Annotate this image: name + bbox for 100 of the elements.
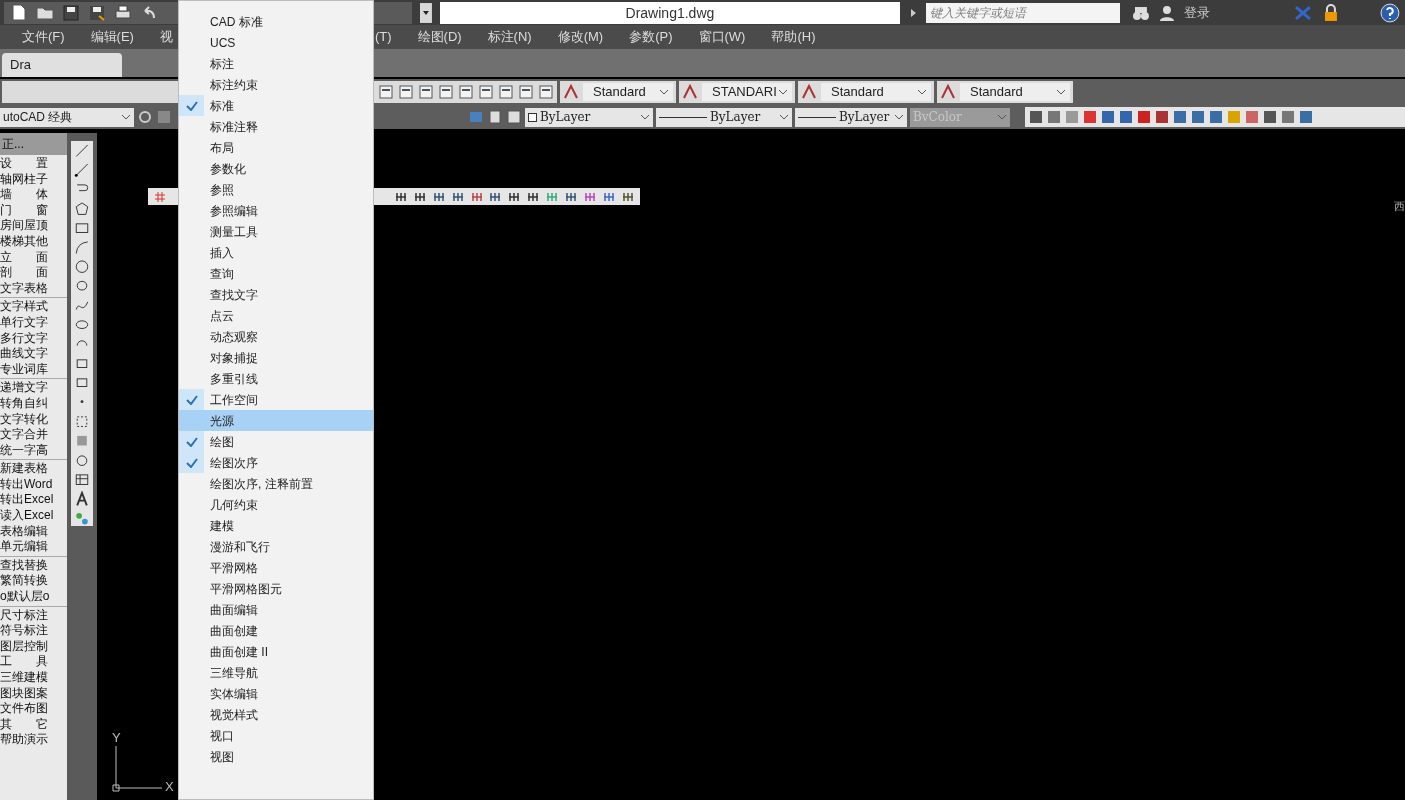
toolbar-icon[interactable]	[603, 190, 615, 203]
toolbar-icon[interactable]	[621, 190, 634, 203]
text-tool-icon[interactable]	[74, 491, 90, 507]
menu-item[interactable]: 动态观察	[179, 326, 373, 347]
menu-item[interactable]: (T)	[374, 27, 392, 47]
file-icon[interactable]	[10, 3, 28, 22]
panel-menu-item[interactable]: 文字样式	[0, 299, 67, 315]
toolbar-icon[interactable]	[508, 190, 521, 203]
menu-item[interactable]: 查找文字	[179, 284, 373, 305]
panel-menu-item[interactable]: 图层控制	[0, 638, 67, 655]
menu-item[interactable]: 平滑网格图元	[179, 578, 373, 599]
panel-menu-item[interactable]: 墙 体	[0, 187, 67, 203]
toolbar-icon[interactable]	[451, 190, 464, 203]
menu-item[interactable]: 查询	[179, 263, 373, 284]
toolbar-icon[interactable]	[399, 85, 413, 99]
panel-menu-item[interactable]: 文字转化	[0, 411, 67, 428]
menu-item[interactable]: 曲面编辑	[179, 599, 373, 620]
toolbar-icon[interactable]	[459, 85, 473, 99]
toolbar-icon[interactable]	[1173, 110, 1187, 124]
panel-menu-item[interactable]: 文件布图	[0, 701, 67, 717]
panel-menu-item[interactable]: 门 窗	[0, 202, 67, 219]
panel-menu-item[interactable]: 设 置	[0, 156, 67, 172]
chevron-down-icon[interactable]	[894, 112, 904, 122]
menu-item[interactable]: 测量工具	[179, 221, 373, 242]
toolbar-icon[interactable]	[419, 85, 433, 99]
color-dropdown[interactable]: ByLayer	[525, 107, 653, 127]
toolbar-icon[interactable]	[1083, 110, 1097, 124]
toolbar-icon[interactable]	[1101, 110, 1115, 124]
menu-item[interactable]: 标注(N)	[487, 27, 532, 47]
lineweight-dropdown[interactable]: ByLayer	[795, 107, 907, 127]
toolbar-icon[interactable]	[1209, 110, 1223, 124]
panel-menu-item[interactable]: 房间屋顶	[0, 218, 67, 234]
search-field[interactable]: 键入关键字或短语	[926, 2, 1121, 23]
panel-menu-item[interactable]: 转出Excel	[0, 492, 67, 509]
panel-menu-item[interactable]: 尺寸标注	[0, 607, 67, 624]
panel-menu-item[interactable]: 多行文字	[0, 330, 67, 347]
user-icon[interactable]	[1157, 3, 1176, 22]
panel-menu-item[interactable]: 立 面	[0, 249, 67, 266]
menu-item[interactable]: 建模	[179, 515, 373, 536]
menu-item[interactable]: 绘图	[179, 431, 373, 452]
panel-menu-item[interactable]: 新建表格	[0, 461, 67, 477]
panel-menu-item[interactable]: 工 具	[0, 654, 67, 670]
toolbar-icon[interactable]	[1137, 110, 1151, 124]
panel-menu-item[interactable]: 曲线文字	[0, 346, 67, 362]
menu-item[interactable]: 多重引线	[179, 368, 373, 389]
draw-tool-icon[interactable]	[74, 239, 90, 256]
draw-tool-icon[interactable]	[74, 259, 90, 275]
panel-menu-item[interactable]: 单行文字	[0, 314, 67, 331]
save-icon[interactable]	[62, 3, 80, 22]
panel-menu-item[interactable]: 读入Excel	[0, 508, 67, 524]
layer-icon[interactable]	[506, 109, 522, 125]
toolbar-icon[interactable]	[527, 190, 540, 203]
linetype-dropdown[interactable]: ByLayer	[656, 107, 792, 127]
menu-item[interactable]: 标准	[179, 95, 373, 116]
menu-item[interactable]: 参照	[179, 179, 373, 200]
menu-item[interactable]: 光源	[179, 410, 373, 431]
chevron-down-icon[interactable]	[779, 112, 789, 122]
menu-item[interactable]: CAD 标准	[179, 11, 373, 32]
panel-menu-item[interactable]: 单元编辑	[0, 539, 67, 555]
panel-menu-item[interactable]: 文字表格	[0, 280, 67, 297]
toolbar-icon[interactable]	[379, 85, 393, 99]
printer-icon[interactable]	[114, 3, 132, 22]
view-cube-label[interactable]: 西	[1394, 198, 1405, 215]
sign-in-link[interactable]: 登录	[1183, 2, 1274, 23]
menu-item[interactable]: 文件(F)	[22, 27, 65, 47]
ucs-axes-icon[interactable]	[111, 744, 163, 794]
menu-item[interactable]: 标注	[179, 53, 373, 74]
menu-item[interactable]: 几何约束	[179, 494, 373, 515]
chevron-down-icon[interactable]	[121, 112, 131, 122]
toolbar-icon[interactable]	[413, 190, 426, 203]
menu-item[interactable]: 工作空间	[179, 389, 373, 410]
menu-item[interactable]: 绘图次序, 注释前置	[179, 473, 373, 494]
toolbar-icon[interactable]	[470, 190, 483, 203]
menu-item[interactable]: 窗口(W)	[698, 27, 746, 47]
style-dropdown[interactable]: Standard	[583, 83, 673, 101]
menu-item[interactable]: 绘图次序	[179, 452, 373, 473]
draw-tool-icon[interactable]	[74, 220, 90, 236]
panel-menu-item[interactable]: o默认层o	[0, 589, 67, 605]
menu-item[interactable]: 参数化	[179, 158, 373, 179]
panel-menu-item[interactable]: 专业词库	[0, 361, 67, 378]
menu-item[interactable]: 视觉样式	[179, 704, 373, 725]
grid-icon[interactable]	[154, 190, 166, 203]
toolbar-icon[interactable]	[499, 85, 513, 99]
menu-item[interactable]: 点云	[179, 305, 373, 326]
panel-menu-item[interactable]: 帮助演示	[0, 732, 67, 748]
panel-menu-item[interactable]: 查找替换	[0, 557, 67, 574]
file-tab[interactable]: Dra	[2, 53, 122, 77]
style-dropdown[interactable]: Standard	[821, 83, 931, 101]
menu-item[interactable]: 布局	[179, 137, 373, 158]
toolbar-icon[interactable]	[1029, 110, 1043, 124]
chevron-down-icon[interactable]	[640, 112, 650, 122]
menu-item[interactable]: 三维导航	[179, 662, 373, 683]
menu-item[interactable]: 实体编辑	[179, 683, 373, 704]
toolbar-icon[interactable]	[1191, 110, 1205, 124]
chevron-down-icon[interactable]	[917, 87, 927, 97]
panel-menu-item[interactable]: 其 它	[0, 716, 67, 733]
chevron-down-icon[interactable]	[1056, 87, 1066, 97]
toolbar-icon[interactable]	[489, 190, 502, 203]
panel-menu-item[interactable]: 文字合并	[0, 427, 67, 443]
menu-item[interactable]: 漫游和飞行	[179, 536, 373, 557]
